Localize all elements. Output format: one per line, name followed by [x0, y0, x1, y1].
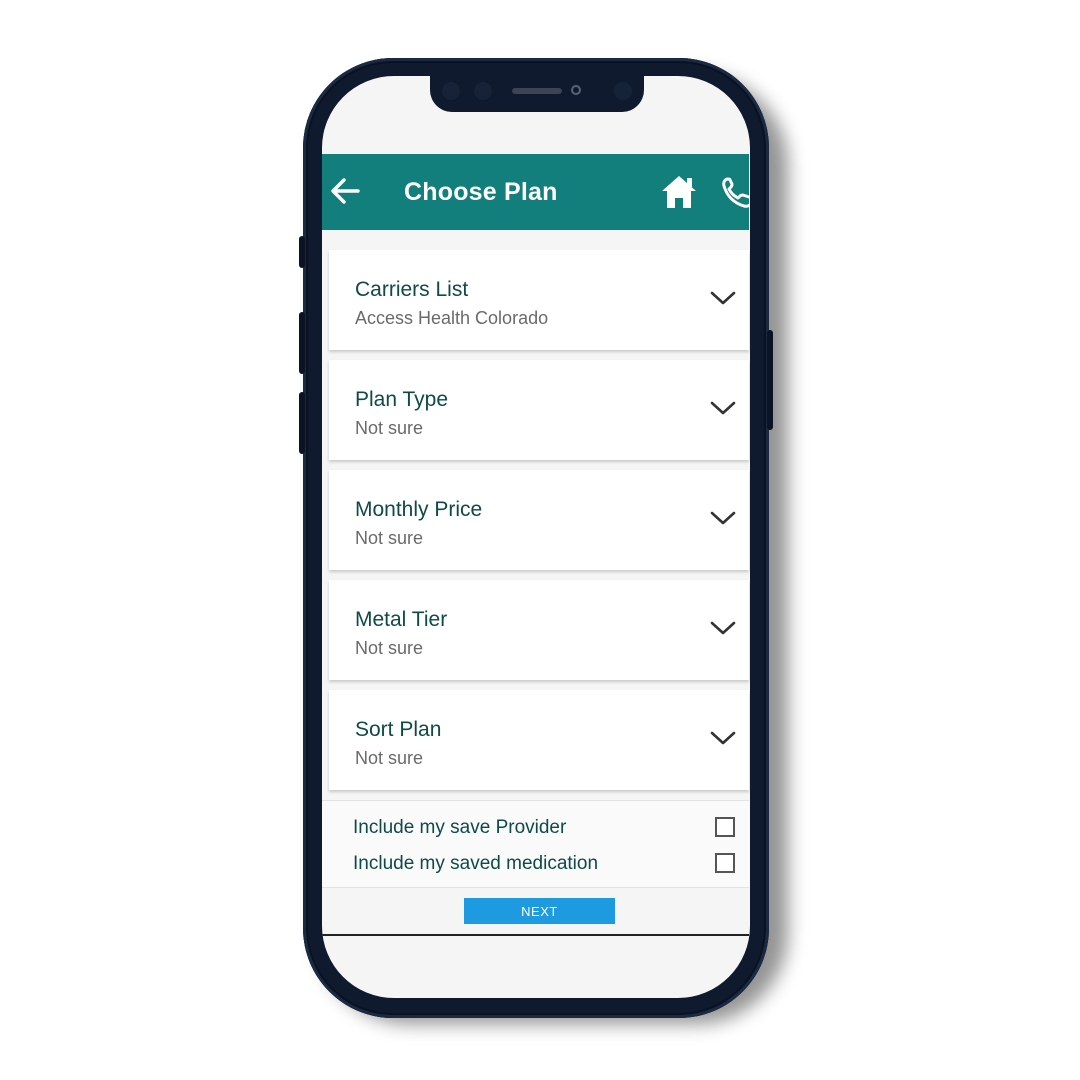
arrow-left-icon[interactable]	[328, 174, 362, 208]
filter-value: Not sure	[355, 638, 424, 658]
phone-screen: Choose Plan Carriers List Access Health …	[322, 76, 750, 998]
volume-up-button	[299, 312, 305, 374]
filter-plan-type[interactable]: Plan Type Not sure	[329, 360, 749, 460]
filter-label: Carriers List	[355, 278, 469, 301]
page-title: Choose Plan	[404, 178, 558, 206]
chevron-down-icon	[710, 401, 736, 415]
chevron-down-icon	[710, 511, 736, 525]
volume-down-button	[299, 392, 305, 454]
filter-sort-plan[interactable]: Sort Plan Not sure	[329, 690, 749, 790]
filter-value: Not sure	[355, 418, 424, 438]
app-header: Choose Plan	[322, 154, 750, 230]
option-label: Include my save Provider	[353, 817, 567, 838]
filter-value: Not sure	[355, 528, 424, 548]
sensor-dot	[442, 82, 460, 100]
option-label: Include my saved medication	[353, 853, 599, 874]
home-icon[interactable]	[660, 174, 698, 210]
include-provider-option[interactable]: Include my save Provider	[353, 815, 741, 843]
sensor-dot	[474, 82, 492, 100]
include-provider-checkbox[interactable]	[715, 817, 735, 837]
chevron-down-icon	[710, 731, 736, 745]
options-panel: Include my save Provider Include my save…	[322, 800, 749, 888]
filter-carriers-list[interactable]: Carriers List Access Health Colorado	[329, 250, 749, 350]
filter-label: Monthly Price	[355, 498, 483, 521]
power-button	[767, 330, 773, 430]
filter-metal-tier[interactable]: Metal Tier Not sure	[329, 580, 749, 680]
sensor-dot	[614, 82, 632, 100]
next-button[interactable]: NEXT	[464, 898, 615, 924]
filter-label: Sort Plan	[355, 718, 442, 741]
divider	[322, 934, 749, 936]
speaker-grille	[512, 88, 562, 94]
filter-label: Plan Type	[355, 388, 449, 411]
chevron-down-icon	[710, 291, 736, 305]
filter-monthly-price[interactable]: Monthly Price Not sure	[329, 470, 749, 570]
chevron-down-icon	[710, 621, 736, 635]
silent-switch	[299, 236, 305, 268]
phone-notch	[430, 70, 644, 112]
filter-label: Metal Tier	[355, 608, 448, 631]
filter-value: Not sure	[355, 748, 424, 768]
include-medication-option[interactable]: Include my saved medication	[353, 851, 741, 879]
camera-icon	[571, 85, 581, 95]
include-medication-checkbox[interactable]	[715, 853, 735, 873]
stage: Choose Plan Carriers List Access Health …	[0, 0, 1080, 1080]
filter-value: Access Health Colorado	[355, 308, 549, 328]
phone-icon[interactable]	[720, 176, 750, 210]
